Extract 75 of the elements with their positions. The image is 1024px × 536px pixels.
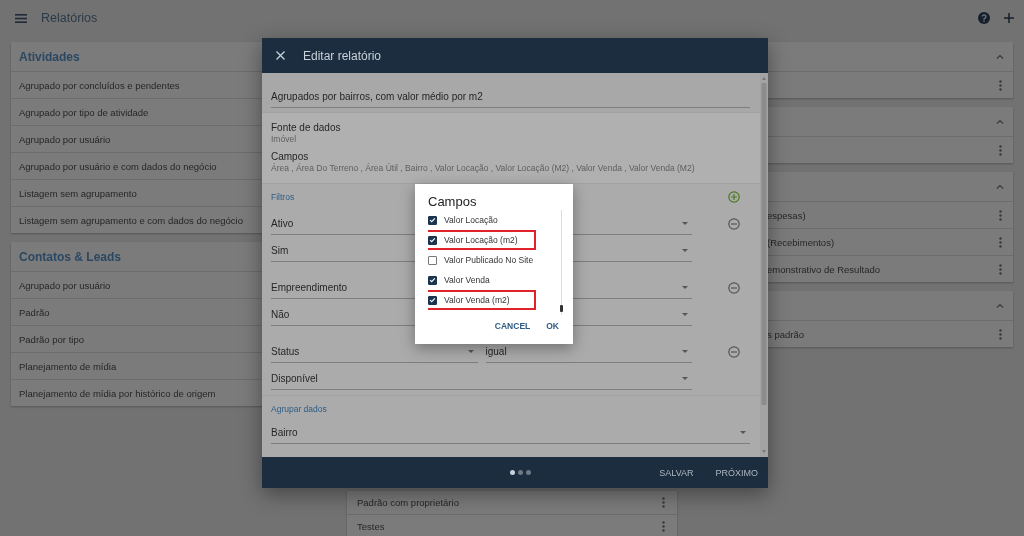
more-icon[interactable] (999, 209, 1002, 221)
checkbox[interactable] (428, 275, 437, 285)
field-label: Campos (271, 151, 309, 162)
modal-title: Editar relatório (303, 48, 382, 63)
more-icon[interactable] (999, 236, 1002, 248)
field-label: Fonte de dados (271, 122, 342, 133)
scrollbar[interactable] (760, 73, 768, 457)
report-item[interactable]: s padrão (767, 328, 804, 340)
report-item[interactable]: Testes (357, 521, 385, 532)
page-title: Relatórios (41, 11, 98, 25)
remove-circle-icon[interactable] (728, 218, 740, 230)
card-title: Contatos & Leads (19, 249, 121, 264)
menu-icon[interactable] (15, 13, 27, 23)
checkbox[interactable] (428, 295, 437, 305)
footer-button[interactable]: PRÓXIMO (713, 465, 760, 480)
checkbox[interactable] (428, 235, 437, 245)
field-value: Imóvel (271, 134, 298, 144)
more-icon[interactable] (999, 328, 1002, 340)
group-by-select[interactable]: Bairro (271, 421, 750, 444)
dropdown-arrow-icon (682, 349, 688, 353)
dialog-title: Campos (428, 194, 478, 208)
dialog-button[interactable]: OK (544, 319, 561, 333)
dialog-button[interactable]: CANCEL (492, 319, 533, 333)
report-item[interactable]: Planejamento de mídia (19, 360, 117, 372)
report-item[interactable]: Agrupado por concluídos e pendentes (19, 79, 180, 91)
report-item[interactable]: Listagem sem agrupamento (19, 187, 137, 199)
add-icon[interactable] (1004, 13, 1014, 23)
dropdown-arrow-icon (682, 221, 688, 225)
highlighted-option[interactable]: Valor Venda (m2) (428, 290, 536, 310)
report-name-field[interactable]: Agrupados por bairros, com valor médio por m2 (271, 85, 750, 108)
field-value: Área , Área Do Terreno , Área Útil , Bairro , Valor Locação , Valor Locação (M2) , Valor Venda , Valor Venda (M2) (271, 163, 696, 173)
more-icon[interactable] (999, 144, 1002, 156)
report-item[interactable]: Planejamento de mídia por histórico de origem (19, 387, 216, 399)
field-option[interactable]: Valor Venda (428, 270, 536, 290)
section-title: Filtros (271, 192, 295, 202)
chevron-up-icon[interactable] (996, 184, 1004, 189)
scrollbar[interactable] (560, 210, 563, 315)
chevron-up-icon[interactable] (996, 303, 1004, 308)
report-item[interactable]: Agrupado por usuário (19, 133, 111, 145)
field-option[interactable]: Valor Publicado No Site (428, 250, 536, 270)
report-item[interactable]: emonstrativo de Resultado (767, 263, 880, 275)
card-title: Atividades (19, 49, 80, 64)
add-circle-icon[interactable] (728, 191, 740, 203)
chevron-up-icon[interactable] (996, 119, 1004, 124)
report-item[interactable]: espesas) (767, 209, 806, 221)
dropdown-arrow-icon (467, 349, 474, 353)
dropdown-arrow-icon (740, 430, 746, 434)
chevron-up-icon[interactable] (996, 54, 1004, 59)
more-icon[interactable] (999, 263, 1002, 275)
dropdown-arrow-icon (682, 312, 688, 316)
report-item[interactable]: Listagem sem agrupamento e com dados do negócio (19, 214, 243, 226)
section-title: Agrupar dados (271, 404, 328, 414)
field-option[interactable]: Valor Locação (428, 210, 536, 230)
checkbox[interactable] (428, 215, 437, 225)
report-item[interactable]: Padrão por tipo (19, 333, 84, 345)
filter-value-select[interactable]: Disponível (271, 367, 692, 390)
more-icon[interactable] (999, 79, 1002, 91)
report-item[interactable]: Padrão (19, 306, 50, 318)
report-item[interactable]: Agrupado por usuário e com dados do negócio (19, 160, 217, 172)
report-item[interactable]: Agrupado por tipo de atividade (19, 106, 149, 118)
more-icon[interactable] (662, 521, 665, 532)
remove-circle-icon[interactable] (728, 346, 740, 358)
report-item[interactable]: (Recebimentos) (767, 236, 835, 248)
footer-button[interactable]: SALVAR (657, 465, 696, 480)
remove-circle-icon[interactable] (728, 282, 740, 294)
dropdown-arrow-icon (682, 248, 688, 252)
dropdown-arrow-icon (682, 285, 688, 289)
report-item[interactable]: Agrupado por usuário (19, 279, 111, 291)
highlighted-option[interactable]: Valor Locação (m2) (428, 230, 536, 250)
help-icon[interactable] (978, 12, 990, 24)
report-item[interactable]: Padrão com proprietário (357, 497, 459, 508)
more-icon[interactable] (662, 497, 665, 508)
dropdown-arrow-icon (682, 376, 688, 380)
checkbox[interactable] (428, 255, 437, 265)
close-icon[interactable] (276, 51, 285, 60)
